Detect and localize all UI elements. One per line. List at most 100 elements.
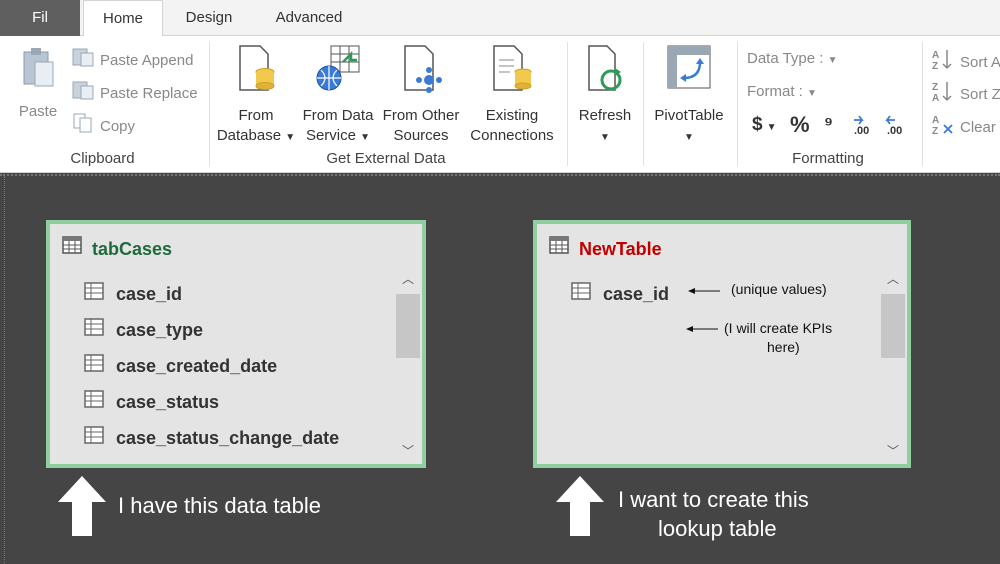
copy-button[interactable]: Copy [72,113,135,137]
tab-home[interactable]: Home [83,0,163,37]
pivottable-button[interactable]: PivotTable ▼ [648,44,730,148]
column-name: case_id [116,284,183,304]
caption-lookup-line-1: I want to create this [618,487,809,512]
table-name: NewTable [579,238,662,259]
clear-sort-icon: AZ [932,113,954,143]
database-icon [214,44,298,100]
existing-connections-icon [466,44,558,100]
up-arrow-icon [58,476,106,536]
caption-lookup-line-2: lookup table [658,516,777,541]
column-row[interactable]: case_type [84,318,203,341]
ribbon: Paste Paste Append Paste Replace Copy Cl… [0,36,1000,173]
svg-text:A: A [932,93,939,102]
svg-text:A: A [932,50,939,61]
table-card-tabcases[interactable]: tabCases case_id case_type case_created_… [46,220,426,468]
format-dropdown[interactable]: Format : ▼ [747,83,817,100]
currency-button[interactable]: $ ▼ [752,114,776,136]
paste-button[interactable]: Paste [12,46,64,122]
group-divider [737,42,738,166]
paste-replace-label: Paste Replace [100,84,198,102]
up-arrow-icon [556,476,604,536]
from-database-label-2: Database [216,127,282,144]
scroll-up-icon[interactable]: ︿ [881,270,905,290]
annotation-unique-values: (unique values) [731,281,827,297]
table-icon [62,236,82,259]
paste-append-button[interactable]: Paste Append [72,47,193,71]
chevron-down-icon: ▼ [807,88,817,99]
from-other-sources-button[interactable]: From Other Sources [378,44,464,146]
existing-connections-label-2: Connections [470,127,554,144]
existing-connections-button[interactable]: Existing Connections [466,44,558,146]
clipboard-group-label: Clipboard [70,150,135,167]
column-row[interactable]: case_created_date [84,354,277,377]
comma-button[interactable]: ⁹ [824,114,833,136]
clear-sort-label: Clear [960,118,996,136]
format-label: Format : [747,83,803,100]
sort-z-a-button[interactable]: ZA Sort Z [932,80,1000,104]
data-type-dropdown[interactable]: Data Type : ▼ [747,50,838,67]
column-row[interactable]: case_id [84,282,183,305]
column-name: case_status_change_date [116,428,340,448]
decrease-decimal-button[interactable]: .00 [885,114,913,142]
vertical-scrollbar[interactable]: ︿ ﹀ [881,270,905,462]
column-icon [571,282,591,305]
tab-advanced[interactable]: Advanced [273,0,345,36]
svg-text:Z: Z [932,82,938,93]
table-header[interactable]: NewTable [549,236,662,262]
scroll-thumb[interactable] [396,294,420,358]
chevron-down-icon: ▼ [360,132,371,143]
column-row[interactable]: case_status_change_date [84,426,340,449]
pivottable-icon [648,44,730,100]
column-row[interactable]: case_status [84,390,219,413]
group-divider [922,42,923,166]
tab-file[interactable]: Fil [0,0,80,36]
increase-decimal-button[interactable]: .00 [852,114,880,142]
refresh-label: Refresh [578,107,632,124]
annotation-kpis-line-1: (I will create KPIs [724,320,833,336]
annotation-kpis-line-2: here) [767,339,800,355]
canvas-border [4,176,5,564]
paste-replace-button[interactable]: Paste Replace [72,80,198,104]
scroll-up-icon[interactable]: ︿ [396,270,420,290]
refresh-button[interactable]: Refresh ▼ [572,44,638,148]
table-header[interactable]: tabCases [62,236,173,262]
sort-descending-icon: ZA [932,80,954,110]
vertical-scrollbar[interactable]: ︿ ﹀ [396,270,420,462]
sort-ascending-icon: AZ [932,48,954,78]
svg-text:A: A [932,115,939,126]
from-data-service-label-1: From Data [302,107,374,124]
paste-label: Paste [18,103,58,120]
from-database-button[interactable]: From Database ▼ [214,44,298,148]
table-card-newtable[interactable]: NewTable case_id ︿ ﹀ [533,220,911,468]
other-sources-icon [378,44,464,100]
get-external-data-group-label: Get External Data [326,150,446,167]
from-other-sources-label-2: Sources [393,127,449,144]
clear-sort-button[interactable]: AZ Clear [932,113,996,137]
copy-icon [72,113,94,141]
scroll-down-icon[interactable]: ﹀ [881,442,905,462]
tab-design[interactable]: Design [183,0,235,36]
paste-icon [12,46,64,96]
from-database-label-1: From [238,107,274,124]
percent-button[interactable]: % [790,112,810,138]
table-icon [549,236,569,259]
copy-label: Copy [100,117,136,135]
column-icon [84,426,104,449]
pivottable-label: PivotTable [654,107,724,124]
chevron-down-icon: ▼ [827,55,838,66]
sort-a-z-button[interactable]: AZ Sort A [932,48,1000,72]
from-data-service-button[interactable]: From Data Service ▼ [298,44,378,148]
table-name: tabCases [92,238,173,259]
column-icon [84,354,104,377]
svg-text:Z: Z [932,61,938,70]
column-row[interactable]: case_id [571,282,669,305]
refresh-icon [572,44,638,100]
decrease-decimal-icon: .00 [885,115,902,137]
left-arrow-icon [688,288,720,294]
scroll-down-icon[interactable]: ﹀ [396,442,420,462]
paste-append-icon [72,47,94,75]
chevron-down-icon: ▼ [766,122,777,133]
sort-z-a-label: Sort Z [960,85,1000,103]
scroll-thumb[interactable] [881,294,905,358]
chevron-down-icon: ▼ [684,132,694,143]
